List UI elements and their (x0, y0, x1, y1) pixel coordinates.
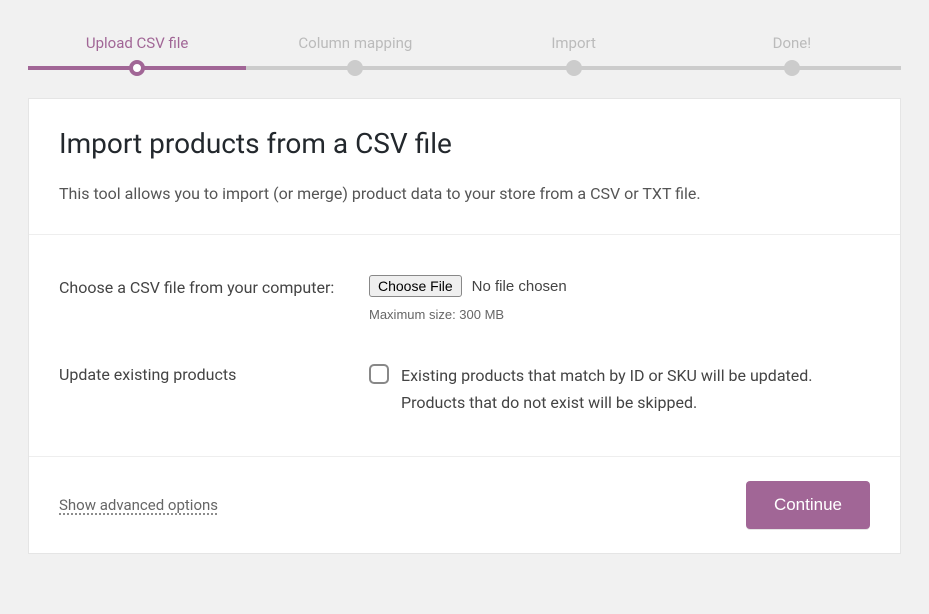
page-description: This tool allows you to import (or merge… (59, 182, 870, 206)
import-card: Import products from a CSV file This too… (28, 98, 901, 554)
card-body: Choose a CSV file from your computer: Ch… (29, 235, 900, 457)
update-row: Update existing products Existing produc… (59, 342, 870, 436)
update-row-label: Update existing products (59, 362, 369, 388)
step-dot-icon (347, 60, 363, 76)
step-dot-icon (566, 60, 582, 76)
step-dot-icon (784, 60, 800, 76)
file-row: Choose a CSV file from your computer: Ch… (59, 255, 870, 342)
file-status-text: No file chosen (472, 278, 567, 295)
show-advanced-link[interactable]: Show advanced options (59, 496, 218, 514)
step-dot-icon (129, 60, 145, 76)
step-import[interactable]: Import (465, 34, 683, 70)
update-existing-description: Existing products that match by ID or SK… (401, 362, 870, 416)
continue-button[interactable]: Continue (746, 481, 870, 529)
choose-file-button[interactable]: Choose File (369, 275, 462, 297)
page-title: Import products from a CSV file (59, 127, 870, 160)
step-column-mapping[interactable]: Column mapping (246, 34, 464, 70)
update-existing-checkbox[interactable] (369, 364, 389, 384)
card-footer: Show advanced options Continue (29, 457, 900, 553)
file-row-label: Choose a CSV file from your computer: (59, 275, 369, 301)
step-done[interactable]: Done! (683, 34, 901, 70)
step-upload[interactable]: Upload CSV file (28, 34, 246, 70)
card-header: Import products from a CSV file This too… (29, 99, 900, 235)
progress-stepper: Upload CSV file Column mapping Import Do… (28, 0, 901, 70)
file-size-hint: Maximum size: 300 MB (369, 307, 870, 322)
